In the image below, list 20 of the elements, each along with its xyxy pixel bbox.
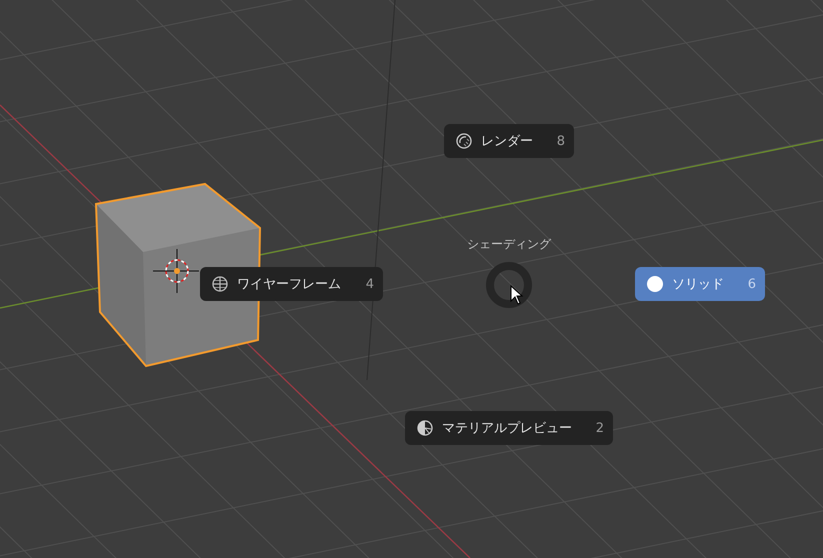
3d-cursor-icon — [152, 248, 200, 294]
wireframe-sphere-icon — [212, 276, 228, 292]
pie-menu-title: シェーディング — [466, 236, 552, 253]
mouse-pointer-icon — [510, 285, 524, 305]
option-label: レンダー — [481, 133, 534, 150]
option-label: ソリッド — [672, 276, 725, 293]
option-label: マテリアルプレビュー — [442, 420, 573, 437]
shortcut-key: 2 — [596, 420, 604, 436]
pie-center-ring — [485, 261, 533, 309]
shading-option[interactable]: マテリアルプレビュー 2 — [405, 411, 613, 445]
solid-sphere-icon — [647, 276, 663, 292]
option-label: ワイヤーフレーム — [237, 276, 342, 293]
shortcut-key: 8 — [556, 134, 565, 148]
shortcut-key: 4 — [366, 276, 374, 292]
half-shaded-sphere-icon — [417, 420, 433, 436]
shaded-sphere-icon — [456, 133, 472, 149]
shortcut-key: 6 — [748, 276, 756, 292]
shading-option[interactable]: レンダー 8 — [444, 124, 574, 158]
shading-option[interactable]: ソリッド 6 — [635, 267, 765, 301]
shading-option[interactable]: ワイヤーフレーム 4 — [200, 267, 383, 301]
